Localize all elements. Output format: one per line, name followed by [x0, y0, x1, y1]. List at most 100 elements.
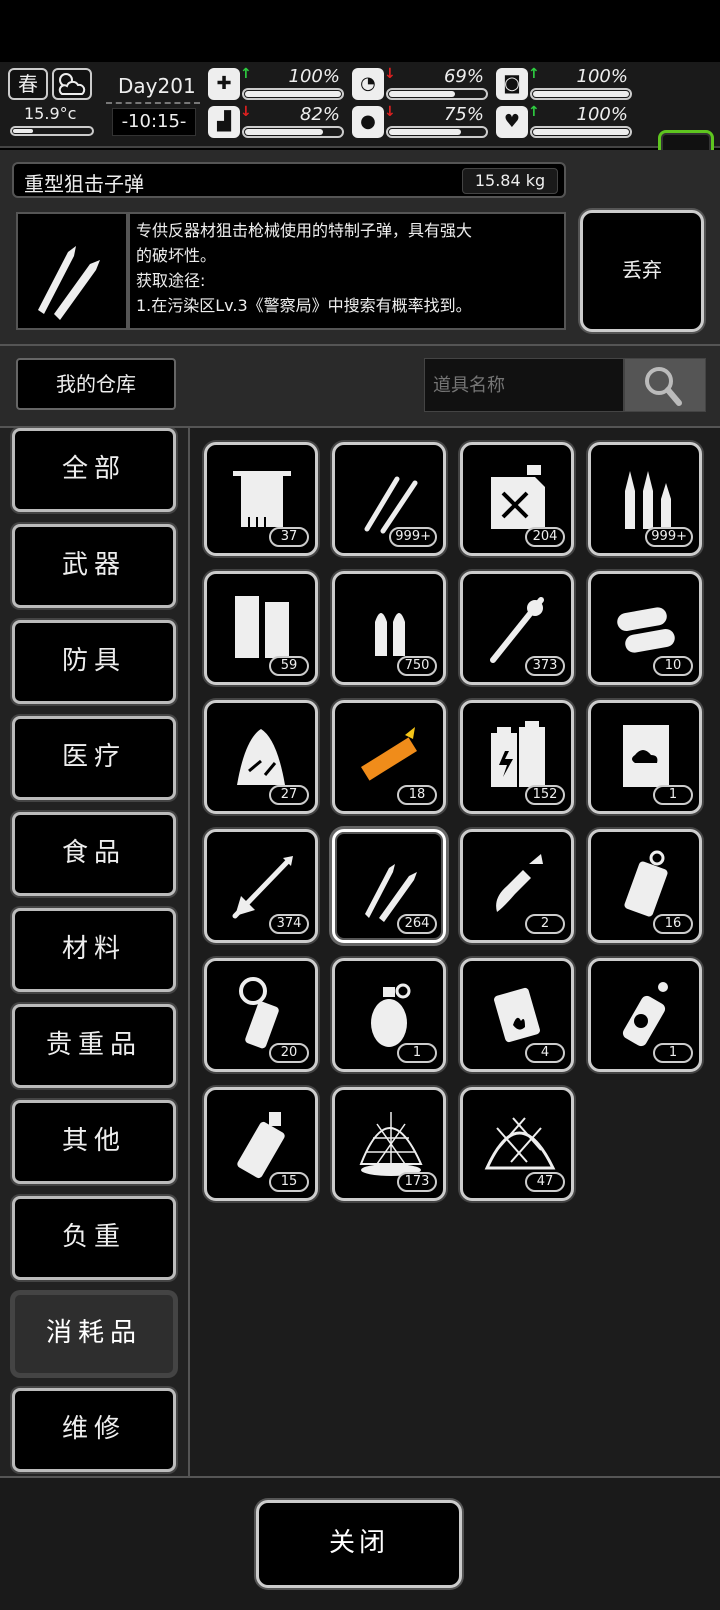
stat-bar: [242, 126, 344, 138]
item-info-panel: 重型狙击子弹 15.84 kg 专供反器材狙击枪械使用的特制子弹，具有强大 的破…: [0, 150, 720, 346]
item-count: 1: [653, 785, 693, 805]
item-count: 15: [269, 1172, 309, 1192]
category-armor[interactable]: 防具: [12, 620, 176, 704]
game-time: -10:15-: [112, 108, 196, 136]
item-slot[interactable]: 204: [460, 442, 574, 556]
day-progress: [106, 102, 200, 106]
item-slot[interactable]: 999+: [332, 442, 446, 556]
warehouse-title: 我的仓库: [16, 358, 176, 410]
water-drop-icon: ●: [352, 106, 384, 138]
item-slot[interactable]: 37: [204, 442, 318, 556]
category-other[interactable]: 其他: [12, 1100, 176, 1184]
item-slot[interactable]: 20: [204, 958, 318, 1072]
item-slot[interactable]: 999+: [588, 442, 702, 556]
description-line: 1.在污染区Lv.3《警察局》中搜索有概率找到。: [136, 296, 472, 315]
item-count: 204: [525, 527, 565, 547]
item-count: 264: [397, 914, 437, 934]
stomach-icon: ◔: [352, 68, 384, 100]
category-materials[interactable]: 材料: [12, 908, 176, 992]
stat-bar: [530, 88, 632, 100]
item-slot[interactable]: 373: [460, 571, 574, 685]
item-count: 2: [525, 914, 565, 934]
item-count: 750: [397, 656, 437, 676]
category-all[interactable]: 全部: [12, 428, 176, 512]
stat-bar: [530, 126, 632, 138]
stat-hunger: ◔ ↓ 69%: [352, 66, 488, 102]
item-slot[interactable]: 1: [588, 958, 702, 1072]
discard-button[interactable]: 丢弃: [580, 210, 704, 332]
temperature-value: 15.9°c: [24, 104, 77, 123]
item-description: 专供反器材狙击枪械使用的特制子弹，具有强大 的破坏性。 获取途径: 1.在污染区…: [128, 212, 566, 330]
player-hud: 春 15.9°c Day201 -10:15- ✚ ↑ 100% ◔ ↓ 69%…: [0, 62, 720, 198]
season-badge: 春: [8, 68, 48, 100]
item-slot[interactable]: 1: [588, 700, 702, 814]
item-count: 173: [397, 1172, 437, 1192]
temperature-gauge: 15.9°c: [6, 104, 94, 140]
item-slot[interactable]: 374: [204, 829, 318, 943]
stat-value: 82%: [299, 104, 340, 125]
stat-value: 100%: [576, 104, 628, 125]
close-button[interactable]: 关闭: [256, 1500, 462, 1588]
stat-bar: [386, 88, 488, 100]
trend-down-icon: ↓: [240, 104, 252, 120]
item-grid: 37 999+ 204 999+ 59 750 373 10 27 18 152 1 374 264 2 16…: [188, 428, 720, 1476]
trend-down-icon: ↓: [384, 66, 396, 82]
item-slot[interactable]: 59: [204, 571, 318, 685]
item-slot[interactable]: 10: [588, 571, 702, 685]
item-count: 1: [653, 1043, 693, 1063]
item-count: 152: [525, 785, 565, 805]
item-slot[interactable]: 2: [460, 829, 574, 943]
search-icon: [645, 367, 682, 406]
item-slot[interactable]: 1: [332, 958, 446, 1072]
item-count: 27: [269, 785, 309, 805]
item-count: 10: [653, 656, 693, 676]
item-count: 1: [397, 1043, 437, 1063]
category-carry[interactable]: 负重: [12, 1196, 176, 1280]
stat-health: ✚ ↑ 100%: [208, 66, 344, 102]
category-consumables[interactable]: 消耗品: [12, 1292, 176, 1376]
heart-icon: ♥: [496, 106, 528, 138]
first-aid-icon: ✚: [208, 68, 240, 100]
warehouse-bar: 我的仓库: [0, 346, 720, 428]
weather-icon: [52, 68, 92, 100]
item-slot[interactable]: 750: [332, 571, 446, 685]
category-repair[interactable]: 维修: [12, 1388, 176, 1472]
category-food[interactable]: 食品: [12, 812, 176, 896]
item-name: 重型狙击子弹: [24, 172, 144, 196]
stat-thirst: ● ↓ 75%: [352, 104, 488, 140]
foot-icon: ▟: [208, 106, 240, 138]
item-slot[interactable]: 27: [204, 700, 318, 814]
category-valuables[interactable]: 贵重品: [12, 1004, 176, 1088]
item-count: 59: [269, 656, 309, 676]
item-slot[interactable]: 264: [332, 829, 446, 943]
item-slot[interactable]: 173: [332, 1087, 446, 1201]
stat-value: 100%: [288, 66, 340, 87]
stat-value: 69%: [443, 66, 484, 87]
item-slot[interactable]: 152: [460, 700, 574, 814]
category-weapons[interactable]: 武器: [12, 524, 176, 608]
stat-bar: [242, 88, 344, 100]
item-count: 373: [525, 656, 565, 676]
category-medical[interactable]: 医疗: [12, 716, 176, 800]
item-slot[interactable]: 15: [204, 1087, 318, 1201]
trend-up-icon: ↑: [240, 66, 252, 82]
trend-down-icon: ↓: [384, 104, 396, 120]
stat-value: 100%: [576, 66, 628, 87]
item-weight: 15.84 kg: [462, 168, 558, 194]
stat-bar: [386, 126, 488, 138]
item-title-bar: 重型狙击子弹 15.84 kg: [12, 162, 566, 198]
item-slot[interactable]: 16: [588, 829, 702, 943]
item-slot[interactable]: 4: [460, 958, 574, 1072]
item-slot[interactable]: 18: [332, 700, 446, 814]
search-button[interactable]: [624, 358, 706, 412]
item-count: 20: [269, 1043, 309, 1063]
stat-mood: ♥ ↑ 100%: [496, 104, 632, 140]
trend-up-icon: ↑: [528, 104, 540, 120]
sniper-bullets-icon: [16, 212, 128, 330]
item-count: 999+: [645, 527, 693, 547]
system-status-bar: [0, 0, 720, 62]
search-input[interactable]: [424, 358, 624, 412]
item-slot[interactable]: 47: [460, 1087, 574, 1201]
item-count: 999+: [389, 527, 437, 547]
item-count: 47: [525, 1172, 565, 1192]
